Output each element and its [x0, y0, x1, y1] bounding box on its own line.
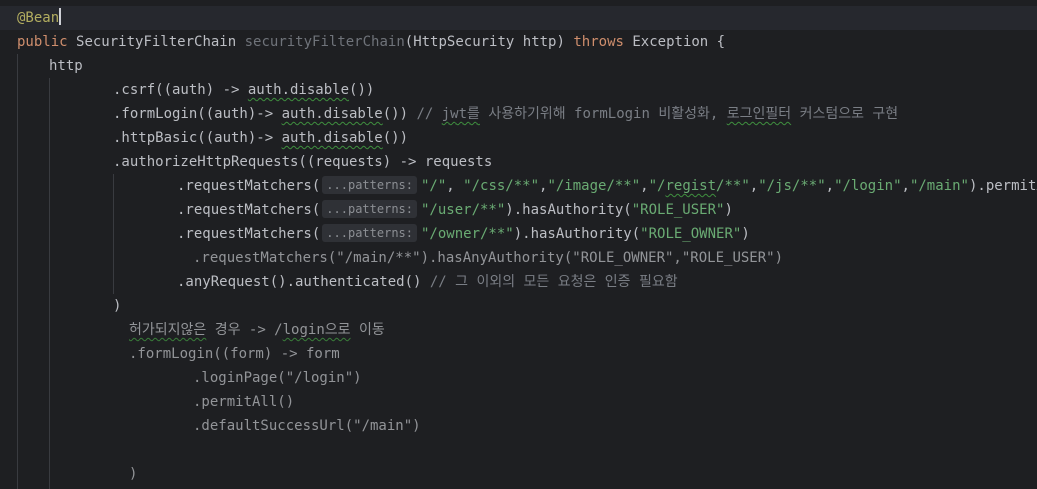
- deprecated-call: auth.disable: [281, 106, 383, 122]
- code-line[interactable]: ): [0, 294, 1037, 318]
- comment: 사용하기위해 formLogin 비활성화,: [479, 106, 727, 122]
- code-text: .requestMatchers(: [177, 202, 321, 218]
- code-text: ,: [640, 178, 649, 194]
- string-literal: "/login": [834, 178, 902, 194]
- comment-typo: 로그인필터: [726, 106, 792, 122]
- text-caret: [59, 8, 62, 25]
- deprecated-call: auth.disable: [247, 82, 350, 98]
- code-line[interactable]: .authorizeHttpRequests((requests) -> req…: [0, 150, 1037, 174]
- code-text: .httpBasic((auth)->: [113, 130, 282, 146]
- code-text: ,: [749, 178, 759, 194]
- code-text: .requestMatchers(: [177, 226, 321, 242]
- code-text: ): [724, 202, 733, 218]
- exception-type: Exception {: [632, 34, 726, 50]
- code-text: ,: [825, 178, 835, 194]
- code-text: .formLogin((auth)->: [113, 106, 282, 122]
- parameter-hint: ...patterns:: [322, 176, 417, 194]
- code-text: ).hasAuthority(: [513, 226, 641, 242]
- commented-code: .defaultSuccessUrl("/main"): [193, 418, 421, 434]
- code-line[interactable]: .anyRequest().authenticated() // 그 이외의 모…: [0, 270, 1037, 294]
- code-line[interactable]: .httpBasic((auth)-> auth.disable()): [0, 126, 1037, 150]
- code-editor[interactable]: @Bean public SecurityFilterChain securit…: [0, 0, 1037, 489]
- code-text: ()): [382, 106, 417, 122]
- code-text: ): [113, 298, 122, 314]
- code-text: ,: [901, 178, 910, 194]
- code-text: ): [741, 226, 750, 242]
- code-text: .csrf((auth) ->: [113, 82, 248, 98]
- code-text: ).permitAll() /: [968, 178, 1037, 194]
- code-line[interactable]: [0, 438, 1037, 462]
- string-literal: "ROLE_OWNER": [640, 226, 742, 242]
- string-literal: "/image/**": [547, 178, 641, 194]
- string-literal: "/user/**": [421, 202, 506, 218]
- comment: //: [416, 106, 442, 122]
- code-text: ).hasAuthority(: [505, 202, 632, 218]
- string-literal: "/css/**": [463, 178, 540, 194]
- code-line[interactable]: 허가되지않은 경우 -> /login으로 이동: [0, 318, 1037, 342]
- code-text: ()): [382, 130, 409, 146]
- code-text: .authorizeHttpRequests((requests) -> req…: [113, 154, 493, 170]
- comment-typo: jwt를: [441, 106, 480, 122]
- method-params: (HttpSecurity http): [404, 34, 565, 50]
- code-text: http: [49, 58, 83, 74]
- code-line[interactable]: public SecurityFilterChain securityFilte…: [0, 30, 1037, 54]
- code-text: ,: [446, 178, 464, 194]
- keyword-public: public: [17, 34, 68, 50]
- commented-code: .loginPage("/login"): [193, 370, 362, 386]
- commented-code: .requestMatchers("/main/**").hasAnyAutho…: [193, 250, 784, 266]
- comment-typo: 허가되지않은: [129, 322, 207, 338]
- code-line[interactable]: .formLogin((auth)-> auth.disable()) // j…: [0, 102, 1037, 126]
- code-text: .anyRequest().authenticated(): [177, 274, 430, 290]
- commented-code: 이동: [350, 322, 385, 338]
- code-line[interactable]: .requestMatchers(...patterns: "/owner/**"…: [0, 222, 1037, 246]
- string-literal: "/js/**": [758, 178, 826, 194]
- parameter-hint: ...patterns:: [322, 224, 417, 242]
- code-line[interactable]: .defaultSuccessUrl("/main"): [0, 414, 1037, 438]
- deprecated-call: auth.disable: [281, 130, 383, 146]
- string-typo: regist: [665, 178, 717, 194]
- commented-code: ): [129, 466, 138, 482]
- parameter-hint: ...patterns:: [322, 200, 417, 218]
- annotation-bean: @Bean: [17, 10, 60, 26]
- code-text: ()): [349, 82, 375, 98]
- code-line[interactable]: .requestMatchers(...patterns: "/", "/css/…: [0, 174, 1037, 198]
- code-line[interactable]: .loginPage("/login"): [0, 366, 1037, 390]
- string-literal: "/owner/**": [421, 226, 514, 242]
- string-literal: "/: [648, 178, 666, 194]
- string-literal: "/": [421, 178, 447, 194]
- return-type: SecurityFilterChain: [76, 34, 237, 50]
- string-literal: "ROLE_USER": [631, 202, 725, 218]
- code-line[interactable]: .requestMatchers("/main/**").hasAnyAutho…: [0, 246, 1037, 270]
- commented-code: .formLogin((form) -> form: [129, 346, 340, 362]
- method-name: securityFilterChain: [244, 34, 405, 50]
- commented-code: .permitAll(): [193, 394, 295, 410]
- code-line[interactable]: http: [0, 54, 1037, 78]
- comment: 커스텀으로 구현: [791, 106, 899, 122]
- code-line[interactable]: @Bean: [0, 6, 1037, 30]
- code-line[interactable]: .requestMatchers(...patterns: "/user/**")…: [0, 198, 1037, 222]
- commented-code: 경우 -> /: [206, 322, 283, 338]
- comment-typo: login으로: [282, 322, 351, 338]
- string-literal: /**": [716, 178, 750, 194]
- comment: // 그 이외의 모든 요청은 인증 필요함: [429, 274, 678, 290]
- code-line[interactable]: .formLogin((form) -> form: [0, 342, 1037, 366]
- keyword-throws: throws: [573, 34, 624, 50]
- code-line[interactable]: .csrf((auth) -> auth.disable()): [0, 78, 1037, 102]
- code-line[interactable]: .permitAll(): [0, 390, 1037, 414]
- code-line[interactable]: ): [0, 462, 1037, 486]
- string-literal: "/main": [909, 178, 969, 194]
- code-text: .requestMatchers(: [177, 178, 321, 194]
